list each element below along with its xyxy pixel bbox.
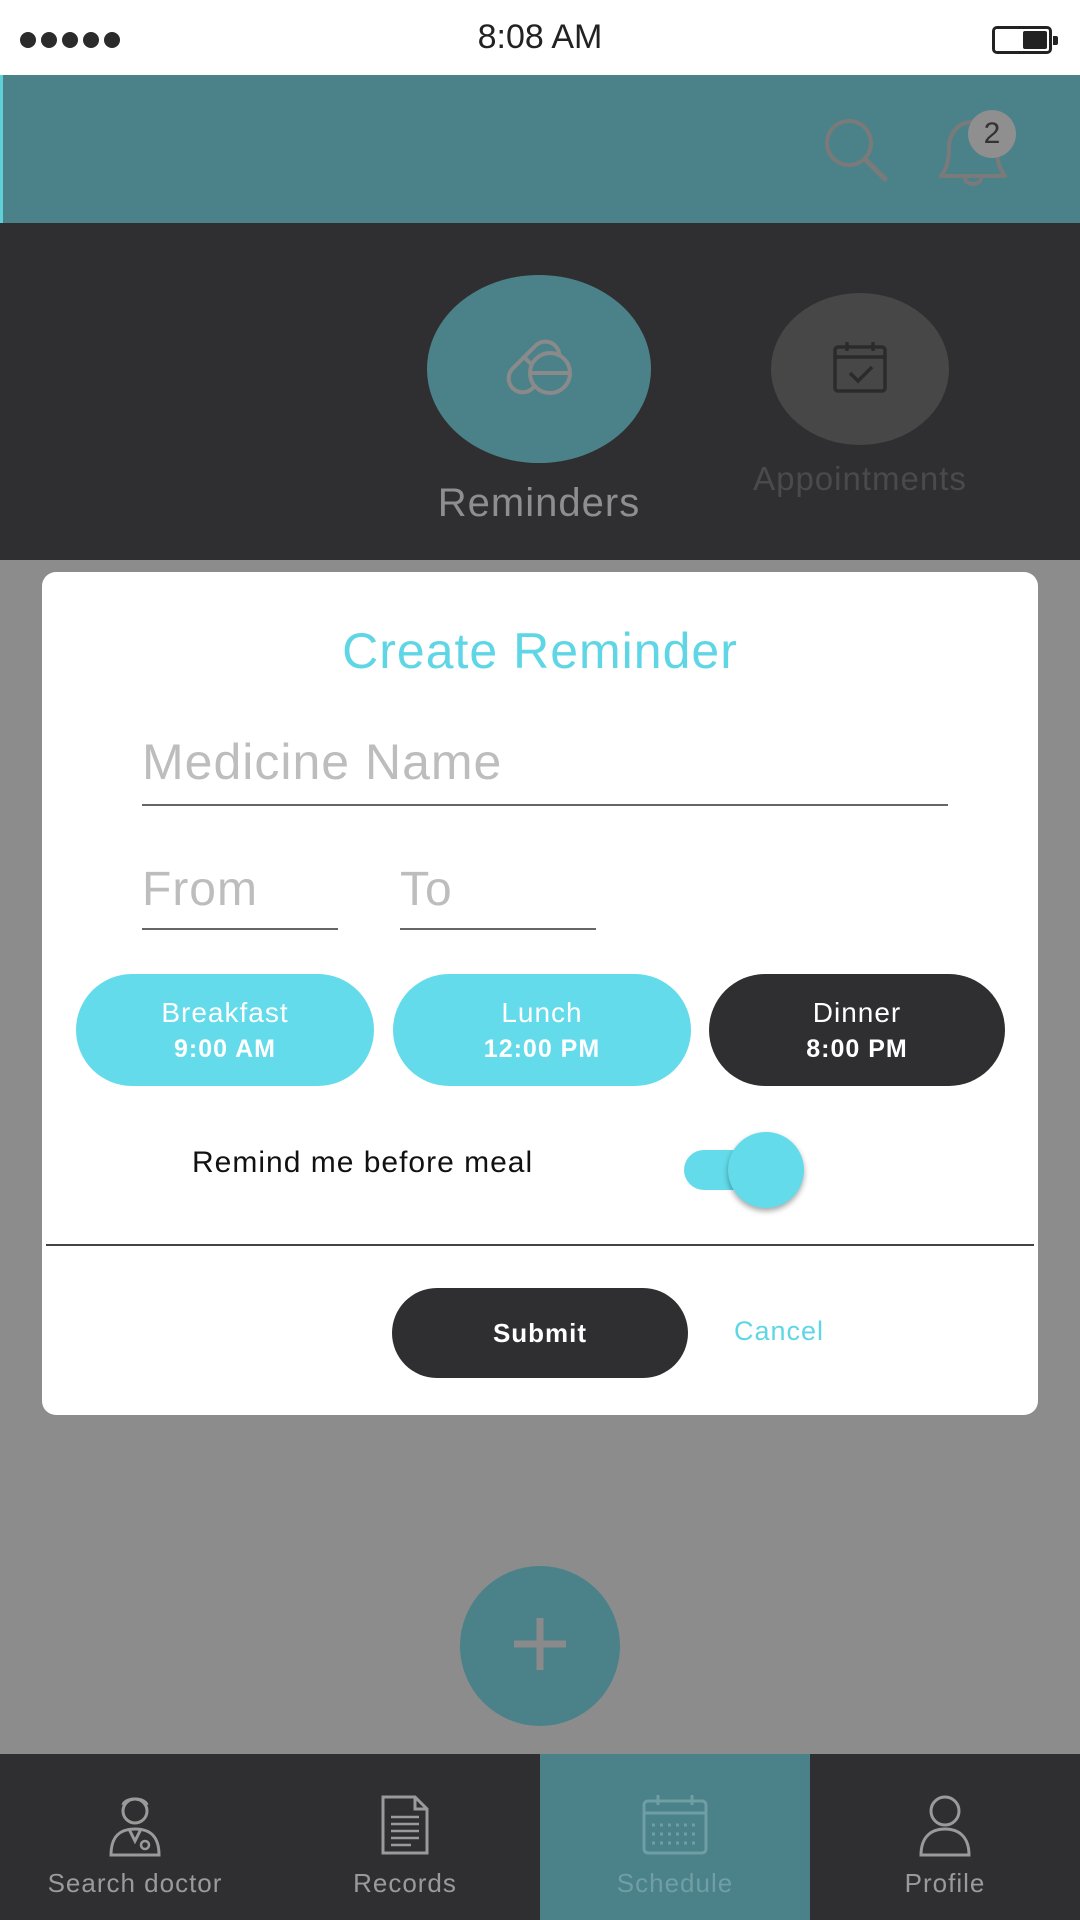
meal-time: 8:00 PM xyxy=(806,1034,908,1063)
tab-reminders-label: Reminders xyxy=(437,481,641,525)
remind-before-meal-toggle[interactable] xyxy=(684,1132,808,1208)
nav-label: Search doctor xyxy=(47,1868,223,1898)
medicine-name-input[interactable] xyxy=(142,720,948,806)
app-header xyxy=(0,75,1080,223)
remind-before-meal-label: Remind me before meal xyxy=(192,1146,534,1179)
nav-label: Records xyxy=(353,1868,457,1898)
meal-dinner-button[interactable]: Dinner 8:00 PM xyxy=(709,974,1005,1086)
create-reminder-dialog: Create Reminder Breakfast 9:00 AM Lunch … xyxy=(42,572,1038,1415)
cancel-button[interactable]: Cancel xyxy=(734,1316,824,1347)
nav-label: Schedule xyxy=(616,1868,734,1898)
battery-icon xyxy=(992,26,1058,54)
tab-appointments-label: Appointments xyxy=(753,460,967,497)
bottom-navigation: Search doctor Records Schedule Profile xyxy=(0,1754,1080,1920)
meal-time: 12:00 PM xyxy=(483,1034,601,1063)
meal-time: 9:00 AM xyxy=(174,1034,276,1063)
meal-lunch-button[interactable]: Lunch 12:00 PM xyxy=(393,974,691,1086)
nav-records[interactable]: Records xyxy=(270,1754,540,1920)
submit-button[interactable]: Submit xyxy=(392,1288,688,1378)
tab-reminders[interactable] xyxy=(427,275,651,463)
search-icon[interactable] xyxy=(821,115,891,185)
from-date-input[interactable] xyxy=(142,850,338,930)
meal-breakfast-button[interactable]: Breakfast 9:00 AM xyxy=(76,974,374,1086)
status-bar: 8:08 AM xyxy=(0,0,1080,75)
status-time: 8:08 AM xyxy=(477,18,603,56)
calendar-check-icon xyxy=(830,339,890,400)
to-date-input[interactable] xyxy=(400,850,596,930)
calendar-icon xyxy=(640,1792,710,1858)
nav-profile[interactable]: Profile xyxy=(810,1754,1080,1920)
nav-schedule[interactable]: Schedule xyxy=(540,1754,810,1920)
plus-icon xyxy=(510,1614,570,1679)
add-reminder-button[interactable] xyxy=(460,1566,620,1726)
nav-label: Profile xyxy=(904,1868,986,1898)
dialog-title: Create Reminder xyxy=(342,623,738,679)
document-icon xyxy=(370,1792,440,1858)
dialog-divider xyxy=(46,1244,1034,1246)
notification-badge: 2 xyxy=(968,110,1016,158)
segment-switcher: Reminders Appointments xyxy=(0,223,1080,560)
nav-search-doctor[interactable]: Search doctor xyxy=(0,1754,270,1920)
tab-appointments[interactable] xyxy=(771,293,949,445)
doctor-icon xyxy=(100,1792,170,1858)
user-icon xyxy=(910,1792,980,1858)
meal-name: Dinner xyxy=(812,996,902,1028)
meal-name: Lunch xyxy=(501,996,583,1028)
pill-icon xyxy=(494,327,584,412)
meal-name: Breakfast xyxy=(161,996,289,1028)
